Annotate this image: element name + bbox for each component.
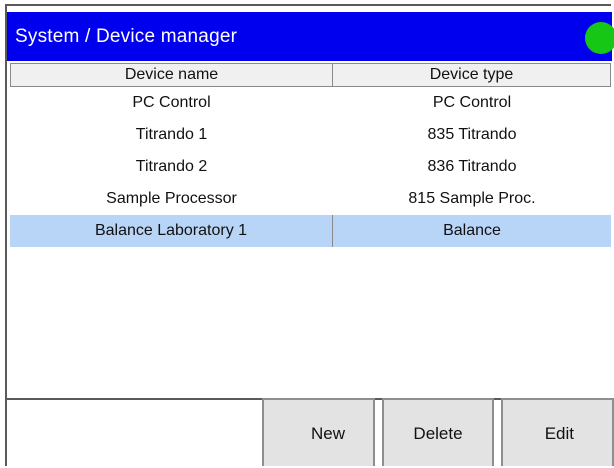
device-type-cell: 835 Titrando bbox=[427, 126, 517, 143]
device-type-cell: Balance bbox=[333, 215, 611, 247]
table-row[interactable]: Titrando 2 836 Titrando bbox=[10, 151, 611, 183]
table-row[interactable]: Titrando 1 835 Titrando bbox=[10, 119, 611, 151]
table-row-selected[interactable]: Balance Laboratory 1 Balance bbox=[10, 215, 611, 247]
edit-button[interactable]: Edit bbox=[501, 398, 614, 466]
device-name-cell: Titrando 2 bbox=[135, 158, 208, 175]
device-name-cell: Sample Processor bbox=[106, 190, 237, 207]
device-type-cell: 815 Sample Proc. bbox=[408, 190, 536, 207]
table-header: Device name Device type bbox=[10, 63, 611, 87]
status-indicator-icon bbox=[585, 22, 614, 54]
device-name-cell: Balance Laboratory 1 bbox=[10, 215, 333, 247]
device-type-cell: PC Control bbox=[432, 94, 512, 111]
table-row[interactable]: Sample Processor 815 Sample Proc. bbox=[10, 183, 611, 215]
page-title: System / Device manager bbox=[15, 26, 238, 47]
device-name-cell: PC Control bbox=[132, 94, 211, 111]
column-header-device-type[interactable]: Device type bbox=[333, 63, 611, 87]
delete-button[interactable]: Delete bbox=[382, 398, 494, 466]
title-bar: System / Device manager bbox=[7, 12, 614, 61]
device-type-cell: 836 Titrando bbox=[427, 158, 517, 175]
new-button[interactable]: New bbox=[262, 398, 375, 466]
table-row[interactable]: PC Control PC Control bbox=[10, 87, 611, 119]
device-name-cell: Titrando 1 bbox=[135, 126, 208, 143]
device-table: Device name Device type PC Control PC Co… bbox=[10, 63, 611, 247]
column-header-device-name[interactable]: Device name bbox=[10, 63, 333, 87]
